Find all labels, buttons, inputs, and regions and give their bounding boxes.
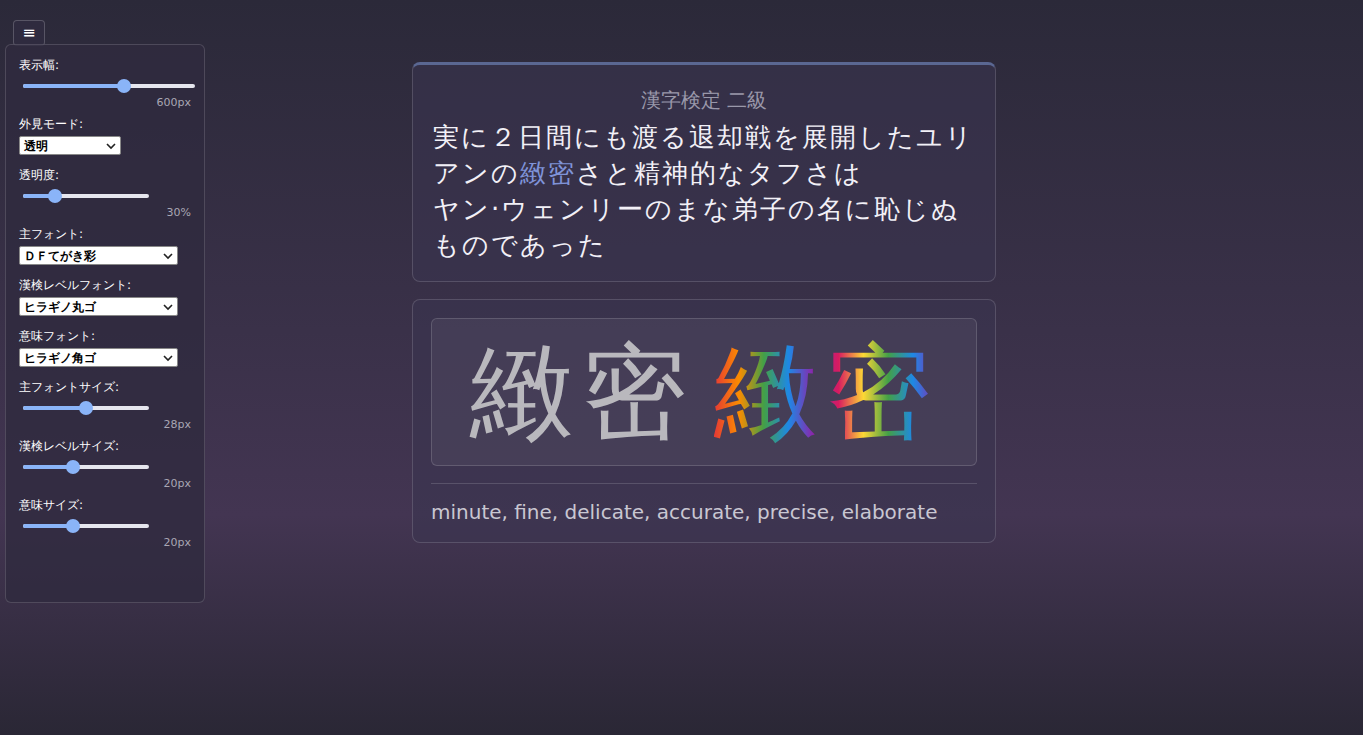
slider-fill (23, 84, 124, 88)
setting-row: 主フォント: ＤＦてがき彩 (19, 226, 191, 271)
slider-thumb[interactable] (66, 519, 80, 533)
slider-track[interactable] (23, 524, 149, 528)
select-box[interactable]: ヒラギノ丸ゴ (19, 297, 178, 316)
setting-label: 外見モード: (19, 116, 191, 132)
setting-row: 外見モード: 透明 (19, 116, 191, 161)
setting-row: 意味フォント: ヒラギノ角ゴ (19, 328, 191, 373)
slider-thumb[interactable] (66, 460, 80, 474)
slider-track[interactable] (23, 194, 149, 198)
select-box[interactable]: ＤＦてがき彩 (19, 246, 178, 265)
select-value: ＤＦてがき彩 (24, 248, 96, 264)
slider-track[interactable] (23, 406, 149, 410)
chevron-down-icon (163, 252, 173, 260)
divider (431, 483, 977, 484)
setting-row: 意味サイズ: 20px (19, 497, 191, 550)
setting-row: 主フォントサイズ: 28px (19, 379, 191, 432)
stroke-order-diagram: 緻密 (714, 327, 938, 457)
kanken-level: 漢字検定 二級 (433, 87, 975, 113)
select-box[interactable]: ヒラギノ角ゴ (19, 348, 178, 367)
example-sentence: 実に２日間にも渡る退却戦を展開したユリアンの緻密さと精神的なタフさは ヤン·ウェ… (433, 119, 975, 263)
setting-label: 漢検レベルサイズ: (19, 438, 191, 454)
word-card: 緻密緻密 minute, fine, delicate, accurate, pr… (412, 299, 996, 543)
setting-label: 透明度: (19, 167, 191, 183)
meaning: minute, fine, delicate, accurate, precis… (431, 498, 977, 526)
slider-track[interactable] (23, 465, 149, 469)
slider-thumb[interactable] (48, 189, 62, 203)
setting-row: 漢検レベルサイズ: 20px (19, 438, 191, 491)
highlighted-word: 緻密 (520, 158, 576, 188)
select-value: ヒラギノ丸ゴ (24, 299, 96, 315)
setting-label: 表示幅: (19, 57, 191, 73)
setting-label: 主フォントサイズ: (19, 379, 191, 395)
setting-label: 意味フォント: (19, 328, 191, 344)
select-value: 透明 (24, 138, 48, 154)
select-value: ヒラギノ角ゴ (24, 350, 96, 366)
slider-reading: 30% (19, 206, 191, 220)
setting-label: 漢検レベルフォント: (19, 277, 191, 293)
chevron-down-icon (106, 142, 116, 150)
slider-reading: 600px (19, 96, 191, 110)
background-image: ≡ 表示幅: 600px 外見モード: 透明透明度: 30% 主フォント: ＤＦてがき彩漢検… (0, 0, 1363, 735)
setting-row: 表示幅: 600px (19, 57, 191, 110)
slider-thumb[interactable] (79, 401, 93, 415)
setting-row: 漢検レベルフォント: ヒラギノ丸ゴ (19, 277, 191, 322)
sentence-card: 漢字検定 二級実に２日間にも渡る退却戦を展開したユリアンの緻密さと精神的なタフさ… (412, 62, 996, 282)
slider-reading: 20px (19, 477, 191, 491)
kanji-word: 緻密 (470, 327, 694, 457)
slider-reading: 28px (19, 418, 191, 432)
setting-label: 主フォント: (19, 226, 191, 242)
slider-track[interactable] (23, 84, 195, 88)
chevron-down-icon (163, 354, 173, 362)
settings-panel: 表示幅: 600px 外見モード: 透明透明度: 30% 主フォント: ＤＦてがき彩漢検レベ… (5, 44, 205, 603)
setting-row: 透明度: 30% (19, 167, 191, 220)
chevron-down-icon (163, 303, 173, 311)
select-box[interactable]: 透明 (19, 136, 121, 155)
slider-reading: 20px (19, 536, 191, 550)
slider-thumb[interactable] (117, 79, 131, 93)
slider-fill (23, 406, 86, 410)
menu-button[interactable]: ≡ (13, 20, 45, 46)
setting-label: 意味サイズ: (19, 497, 191, 513)
kanji-display: 緻密緻密 (431, 318, 977, 466)
